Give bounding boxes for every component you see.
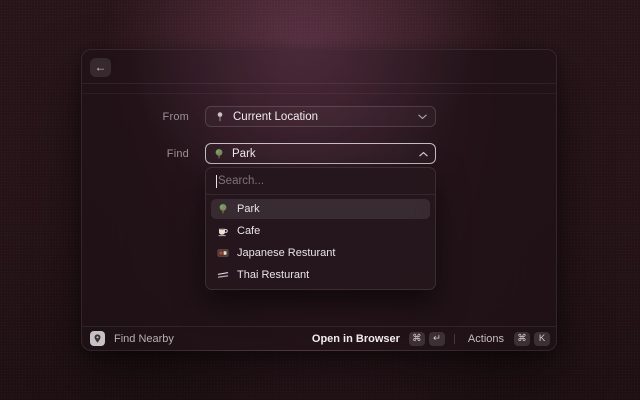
tree-icon — [213, 148, 225, 160]
find-nearby-app-icon — [90, 331, 105, 346]
coffee-icon — [217, 225, 229, 237]
from-select-value: Current Location — [233, 111, 411, 123]
find-select[interactable]: Park — [205, 143, 436, 164]
option-label: Japanese Resturant — [237, 247, 335, 259]
dropdown-options: Park Cafe Japanese Resturant — [206, 195, 435, 289]
location-pin-icon — [214, 111, 226, 123]
find-field-label: Find — [82, 148, 189, 160]
back-arrow-icon: ← — [95, 60, 107, 74]
from-field-label: From — [82, 111, 189, 123]
option-label: Park — [237, 203, 260, 215]
option-japanese-restaurant[interactable]: Japanese Resturant — [211, 243, 430, 263]
option-label: Thai Resturant — [237, 269, 309, 281]
raycast-window: ← From Current Location Find Park — [81, 49, 557, 351]
footer-vertical-divider — [454, 334, 455, 344]
k-key-badge: K — [534, 332, 550, 346]
desktop-background: ← From Current Location Find Park — [0, 0, 640, 400]
chevron-down-icon — [418, 114, 427, 120]
return-key-badge: ↵ — [429, 332, 445, 346]
chopsticks-icon — [217, 269, 229, 281]
open-in-browser-action[interactable]: Open in Browser — [312, 333, 400, 345]
find-dropdown: Search... Park Cafe — [205, 167, 436, 290]
option-thai-restaurant[interactable]: Thai Resturant — [211, 265, 430, 285]
action-bar: Find Nearby Open in Browser ⌘ ↵ Actions … — [82, 326, 556, 350]
app-name: Find Nearby — [114, 333, 174, 345]
search-placeholder: Search... — [218, 175, 264, 187]
command-key-badge: ⌘ — [409, 332, 425, 346]
actions-menu-button[interactable]: Actions — [468, 333, 504, 345]
text-caret — [216, 175, 217, 188]
back-button[interactable]: ← — [90, 58, 111, 77]
header-divider — [82, 83, 556, 84]
option-park[interactable]: Park — [211, 199, 430, 219]
chevron-up-icon — [419, 151, 428, 157]
option-label: Cafe — [237, 225, 260, 237]
find-select-value: Park — [232, 148, 412, 160]
from-select[interactable]: Current Location — [205, 106, 436, 127]
dropdown-search-input[interactable]: Search... — [206, 168, 435, 194]
option-cafe[interactable]: Cafe — [211, 221, 430, 241]
toolbar-divider — [82, 93, 556, 94]
command-key-badge: ⌘ — [514, 332, 530, 346]
tree-icon — [217, 203, 229, 215]
bento-icon — [217, 247, 229, 259]
